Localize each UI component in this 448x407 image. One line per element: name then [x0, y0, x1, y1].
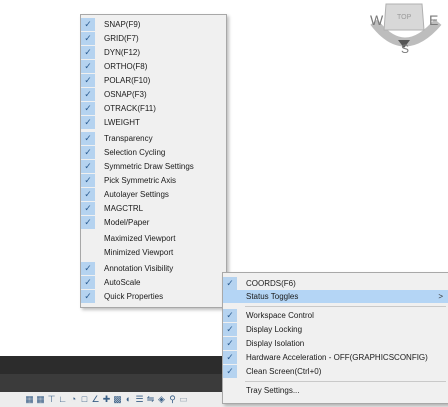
osnap-icon[interactable]: □	[80, 395, 89, 404]
check-icon: ✓	[81, 160, 95, 173]
viewcube-east-label[interactable]: E	[429, 12, 438, 28]
check-icon: ✓	[81, 146, 95, 159]
check-icon: ✓	[81, 46, 95, 59]
menu-separator	[245, 306, 446, 307]
viewcube-south-label[interactable]: S	[401, 42, 409, 56]
menu-item-pick-symmetric-axis[interactable]: ✓ Pick Symmetric Axis	[81, 174, 226, 187]
snap-icon[interactable]: ▦	[36, 395, 45, 404]
menu-item-lweight[interactable]: ✓ LWEIGHT	[81, 116, 226, 129]
check-icon: ✓	[81, 102, 95, 115]
menu-item-transparency[interactable]: ✓ Transparency	[81, 132, 226, 145]
check-icon: ✓	[81, 174, 95, 187]
check-icon: ✓	[81, 32, 95, 45]
menu-item-annotation-visibility[interactable]: ✓ Annotation Visibility	[81, 262, 226, 275]
check-icon: ✓	[81, 262, 95, 275]
menu-item-display-isolation[interactable]: ✓ Display Isolation	[223, 337, 448, 350]
menu-item-magctrl[interactable]: ✓ MAGCTRL	[81, 202, 226, 215]
viewcube[interactable]: W TOP E S	[360, 0, 448, 62]
menu-item-ortho[interactable]: ✓ ORTHO(F8)	[81, 60, 226, 73]
selection-cycling-icon[interactable]: ☰	[135, 395, 144, 404]
check-icon: ✓	[223, 337, 237, 350]
menu-item-clean-screen[interactable]: ✓ Clean Screen(Ctrl+0)	[223, 365, 448, 378]
menu-item-grid[interactable]: ✓ GRID(F7)	[81, 32, 226, 45]
viewcube-west-label[interactable]: W	[370, 12, 383, 28]
check-icon: ✓	[81, 116, 95, 129]
check-icon: ✓	[81, 18, 95, 31]
check-icon: ✓	[81, 132, 95, 145]
check-icon: ✓	[81, 74, 95, 87]
menu-item-autoscale[interactable]: ✓ AutoScale	[81, 276, 226, 289]
menu-item-maximized-viewport[interactable]: Maximized Viewport	[81, 232, 226, 245]
otrack-icon[interactable]: ∠	[91, 395, 100, 404]
symmetric-icon[interactable]: ⇋	[146, 395, 155, 404]
viewcube-top-face[interactable]: TOP	[397, 14, 411, 21]
check-icon: ✓	[223, 323, 237, 336]
check-icon: ✓	[81, 290, 95, 303]
autolayer-icon[interactable]: ◈	[157, 395, 166, 404]
submenu-arrow-icon: >	[438, 292, 443, 301]
tray-context-menu: ✓ COORDS(F6) Status Toggles > ✓ Workspace C…	[222, 272, 448, 404]
polar-icon[interactable]: ◔	[69, 395, 78, 404]
check-icon: ✓	[223, 351, 237, 364]
transparency-icon[interactable]: ◐	[124, 395, 133, 404]
check-icon: ✓	[81, 60, 95, 73]
menu-item-hardware-acceleration[interactable]: ✓ Hardware Acceleration - OFF(GRAPHICSCON…	[223, 351, 448, 364]
dyn-icon[interactable]: ✚	[102, 395, 111, 404]
check-icon: ✓	[81, 202, 95, 215]
menu-item-coords[interactable]: ✓ COORDS(F6)	[223, 277, 448, 290]
menu-item-dyn[interactable]: ✓ DYN(F12)	[81, 46, 226, 59]
check-icon: ✓	[81, 88, 95, 101]
menu-item-model-paper[interactable]: ✓ Model/Paper	[81, 216, 226, 229]
check-icon: ✓	[223, 365, 237, 378]
menu-item-symmetric-draw-settings[interactable]: ✓ Symmetric Draw Settings	[81, 160, 226, 173]
status-bar-customization-menu: ✓ SNAP(F9) ✓ GRID(F7) ✓ DYN(F12) ✓ ORTHO(F8)…	[80, 14, 227, 308]
check-icon: ✓	[81, 276, 95, 289]
magnifier-icon[interactable]: ⚲	[168, 395, 177, 404]
check-icon: ✓	[223, 277, 237, 290]
menu-item-status-toggles[interactable]: Status Toggles >	[223, 290, 448, 303]
infer-icon[interactable]: ⊤	[47, 395, 56, 404]
check-icon: ✓	[81, 216, 95, 229]
menu-item-tray-settings[interactable]: Tray Settings...	[223, 384, 448, 397]
menu-separator	[245, 381, 446, 382]
menu-item-display-locking[interactable]: ✓ Display Locking	[223, 323, 448, 336]
menu-item-polar[interactable]: ✓ POLAR(F10)	[81, 74, 226, 87]
check-icon: ✓	[81, 188, 95, 201]
model-icon[interactable]: ▭	[179, 395, 188, 404]
menu-item-workspace-control[interactable]: ✓ Workspace Control	[223, 309, 448, 322]
menu-item-osnap[interactable]: ✓ OSNAP(F3)	[81, 88, 226, 101]
lweight-icon[interactable]: ▩	[113, 395, 122, 404]
menu-item-otrack[interactable]: ✓ OTRACK(F11)	[81, 102, 226, 115]
menu-item-autolayer-settings[interactable]: ✓ Autolayer Settings	[81, 188, 226, 201]
grid-icon[interactable]: ▦	[25, 395, 34, 404]
check-icon: ✓	[223, 309, 237, 322]
menu-item-quick-properties[interactable]: ✓ Quick Properties	[81, 290, 226, 303]
menu-item-minimized-viewport[interactable]: Minimized Viewport	[81, 246, 226, 259]
ortho-icon[interactable]: ∟	[58, 395, 67, 404]
menu-item-selection-cycling[interactable]: ✓ Selection Cycling	[81, 146, 226, 159]
menu-item-snap[interactable]: ✓ SNAP(F9)	[81, 18, 226, 31]
